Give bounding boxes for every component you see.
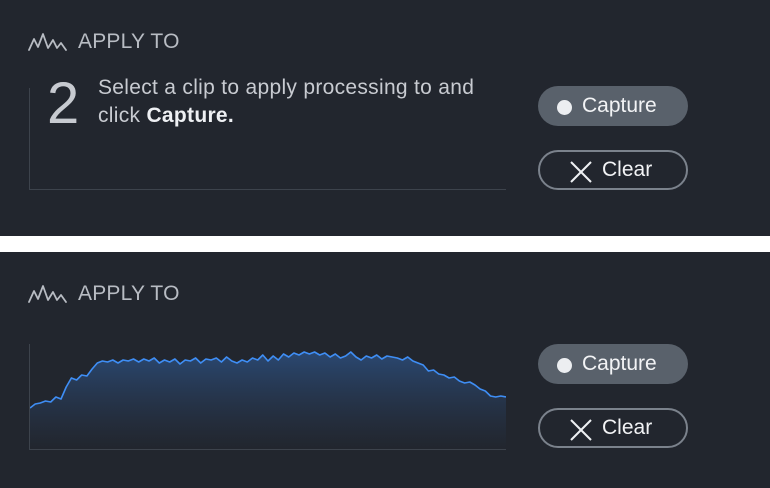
step-number: 2: [47, 71, 80, 136]
apply-to-panel-captured: APPLY TO Capture Clear: [0, 252, 770, 488]
record-dot-icon: [557, 99, 572, 115]
captured-waveform-area: [29, 344, 506, 450]
step-instruction: Select a clip to apply processing to and…: [98, 74, 498, 130]
close-icon: [570, 419, 592, 441]
apply-to-panel-step: APPLY TO 2 Select a clip to apply proces…: [0, 0, 770, 236]
captured-waveform: [30, 351, 506, 449]
panel-header: APPLY TO: [28, 28, 180, 56]
instruction-emphasis: Capture.: [146, 104, 235, 127]
waveform-area: [30, 352, 506, 449]
capture-button[interactable]: Capture: [538, 344, 688, 384]
panel-header: APPLY TO: [28, 280, 180, 308]
waveform-icon: [28, 33, 67, 51]
clear-button[interactable]: Clear: [538, 150, 688, 190]
record-dot-icon: [557, 357, 572, 373]
close-icon: [570, 161, 592, 183]
capture-button[interactable]: Capture: [538, 86, 688, 126]
clear-button-label: Clear: [602, 158, 653, 181]
waveform-icon: [28, 285, 67, 303]
panel-title: APPLY TO: [78, 30, 180, 53]
panel-title: APPLY TO: [78, 282, 180, 305]
capture-button-label: Capture: [582, 94, 657, 117]
clip-drop-area: 2 Select a clip to apply processing to a…: [29, 75, 506, 190]
capture-button-label: Capture: [582, 352, 657, 375]
clear-button[interactable]: Clear: [538, 408, 688, 448]
clear-button-label: Clear: [602, 416, 653, 439]
